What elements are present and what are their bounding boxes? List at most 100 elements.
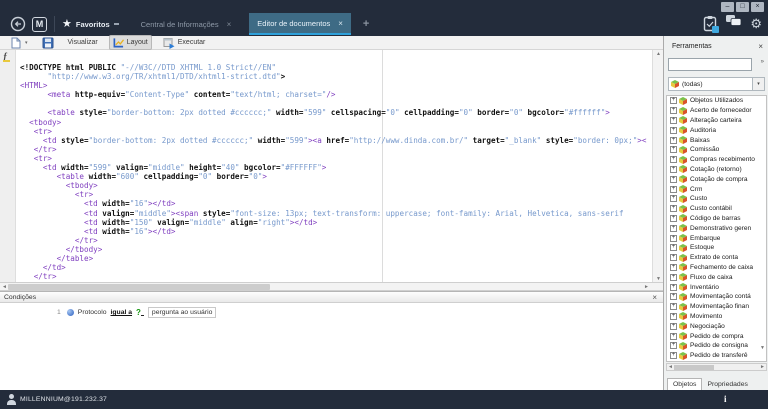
- scroll-down-icon[interactable]: ▼: [653, 276, 663, 282]
- scroll-left-icon[interactable]: ◄: [2, 283, 7, 291]
- code-lines[interactable]: <!DOCTYPE html PUBLIC "-//W3C//DTD XHTML…: [20, 63, 651, 282]
- back-button[interactable]: [10, 16, 26, 32]
- tab-central-de-informacoes[interactable]: Central de Informações ×: [133, 13, 240, 35]
- expand-icon[interactable]: +: [670, 156, 677, 163]
- scroll-right-icon[interactable]: ►: [760, 364, 765, 371]
- tree-item[interactable]: + Extrato de conta: [667, 253, 766, 263]
- minimize-button[interactable]: –: [721, 2, 734, 12]
- tree-item[interactable]: + Compras recebimento: [667, 155, 766, 165]
- expand-icon[interactable]: +: [670, 107, 677, 114]
- tools-tree[interactable]: ▼ + Objetos Utilizados + Acerto de forne…: [666, 95, 767, 362]
- scroll-up-icon[interactable]: ▲: [653, 51, 663, 57]
- tree-item[interactable]: + Movimento: [667, 312, 766, 322]
- tree-item[interactable]: + Pedido de compra: [667, 331, 766, 341]
- tree-item[interactable]: + Baixas: [667, 135, 766, 145]
- tree-item[interactable]: + Auditoria: [667, 125, 766, 135]
- tree-item[interactable]: + Objetos Utilizados: [667, 96, 766, 106]
- expand-icon[interactable]: +: [670, 323, 677, 330]
- info-icon[interactable]: i: [724, 394, 727, 404]
- layout-button[interactable]: Layout: [109, 35, 152, 50]
- tree-horizontal-scrollbar[interactable]: ◄ ►: [666, 363, 767, 371]
- tree-item[interactable]: + Pedido de transferê: [667, 351, 766, 361]
- favorites-menu[interactable]: Favoritos: [76, 20, 110, 29]
- expand-icon[interactable]: +: [670, 235, 677, 242]
- close-tab-icon[interactable]: ×: [227, 20, 232, 29]
- expand-icon[interactable]: +: [670, 342, 677, 349]
- tree-item[interactable]: + Alteração carteira: [667, 116, 766, 126]
- expand-icon[interactable]: +: [670, 127, 677, 134]
- condition-value[interactable]: pergunta ao usuário: [148, 307, 216, 318]
- expand-icon[interactable]: +: [670, 264, 677, 271]
- condition-field[interactable]: Protocolo: [78, 309, 107, 316]
- expand-icon[interactable]: +: [670, 97, 677, 104]
- expand-icon[interactable]: +: [670, 205, 677, 212]
- condition-operator[interactable]: igual a: [111, 309, 133, 316]
- expand-icon[interactable]: +: [670, 195, 677, 202]
- editor-horizontal-scrollbar[interactable]: ◄ ►: [0, 283, 663, 291]
- code-editor[interactable]: ƒ <!DOCTYPE html PUBLIC "-//W3C//DTD XHT…: [0, 50, 663, 283]
- maximize-button[interactable]: □: [736, 2, 749, 12]
- tools-search-input[interactable]: [668, 58, 752, 71]
- tree-item[interactable]: + Movimentação contá: [667, 292, 766, 302]
- tree-item[interactable]: + Fechamento de caixa: [667, 263, 766, 273]
- tree-item[interactable]: + Cotação (retorno): [667, 165, 766, 175]
- tree-item[interactable]: + Custo: [667, 194, 766, 204]
- visualizar-button[interactable]: Visualizar: [65, 38, 101, 47]
- editor-vertical-scrollbar[interactable]: ▲ ▼: [652, 50, 663, 283]
- scroll-right-icon[interactable]: ►: [644, 283, 649, 291]
- expand-icon[interactable]: +: [670, 284, 677, 291]
- dropdown-arrow-icon[interactable]: ▾: [752, 78, 764, 90]
- tree-scroll-down-icon[interactable]: ▼: [760, 345, 765, 351]
- new-tab-button[interactable]: +: [363, 18, 369, 30]
- tree-item[interactable]: + Custo contábil: [667, 204, 766, 214]
- tree-item[interactable]: + Inventário: [667, 282, 766, 292]
- expand-icon[interactable]: +: [670, 166, 677, 173]
- tree-item[interactable]: + Crm: [667, 184, 766, 194]
- tree-item[interactable]: + Pedido de consigna: [667, 341, 766, 351]
- expand-icon[interactable]: +: [670, 293, 677, 300]
- expand-icon[interactable]: +: [670, 303, 677, 310]
- expand-icon[interactable]: +: [670, 117, 677, 124]
- new-document-button[interactable]: ▾: [8, 36, 31, 50]
- close-tab-icon[interactable]: ×: [338, 19, 343, 28]
- expand-icon[interactable]: +: [670, 186, 677, 193]
- tree-item[interactable]: + Código de barras: [667, 214, 766, 224]
- tree-item[interactable]: + Embarque: [667, 233, 766, 243]
- tree-item[interactable]: + Negociação: [667, 321, 766, 331]
- chevron-down-icon[interactable]: ▾: [25, 40, 28, 46]
- expand-icon[interactable]: +: [670, 352, 677, 359]
- clipboard-icon[interactable]: [703, 15, 717, 32]
- expand-icon[interactable]: +: [670, 244, 677, 251]
- expand-icon[interactable]: +: [670, 176, 677, 183]
- tools-filter-dropdown[interactable]: (todas) ▾: [668, 77, 765, 91]
- gear-icon[interactable]: ⚙: [750, 17, 762, 31]
- condition-row[interactable]: 1 Protocolo igual a ? pergunta ao usuári…: [57, 307, 663, 318]
- chevrons-right-icon[interactable]: »: [761, 59, 764, 65]
- tab-propriedades[interactable]: Propriedades: [702, 379, 752, 390]
- scrollbar-thumb[interactable]: [674, 365, 714, 370]
- expand-icon[interactable]: +: [670, 254, 677, 261]
- tab-objetos[interactable]: Objetos: [667, 378, 702, 390]
- close-sidebar-icon[interactable]: ×: [758, 40, 763, 54]
- tree-item[interactable]: + Acerto de fornecedor: [667, 106, 766, 116]
- close-conditions-icon[interactable]: ×: [652, 292, 657, 303]
- executar-button[interactable]: Executar: [160, 36, 209, 50]
- tree-item[interactable]: + Demonstrativo geren: [667, 223, 766, 233]
- expand-icon[interactable]: +: [670, 333, 677, 340]
- chat-icon[interactable]: [725, 14, 742, 33]
- expand-icon[interactable]: +: [670, 146, 677, 153]
- scrollbar-thumb[interactable]: [8, 284, 270, 290]
- scroll-left-icon[interactable]: ◄: [668, 364, 673, 371]
- tab-editor-de-documentos[interactable]: Editor de documentos ×: [249, 13, 351, 35]
- tree-item[interactable]: + Movimentação finan: [667, 302, 766, 312]
- tree-item[interactable]: + Fluxo de caixa: [667, 272, 766, 282]
- tree-item[interactable]: + Estoque: [667, 243, 766, 253]
- close-window-button[interactable]: ×: [751, 2, 764, 12]
- app-logo[interactable]: M: [32, 17, 47, 32]
- expand-icon[interactable]: +: [670, 225, 677, 232]
- tree-item[interactable]: + Cotação de compra: [667, 174, 766, 184]
- tree-item[interactable]: + Comissão: [667, 145, 766, 155]
- expand-icon[interactable]: +: [670, 215, 677, 222]
- expand-icon[interactable]: +: [670, 313, 677, 320]
- expand-icon[interactable]: +: [670, 274, 677, 281]
